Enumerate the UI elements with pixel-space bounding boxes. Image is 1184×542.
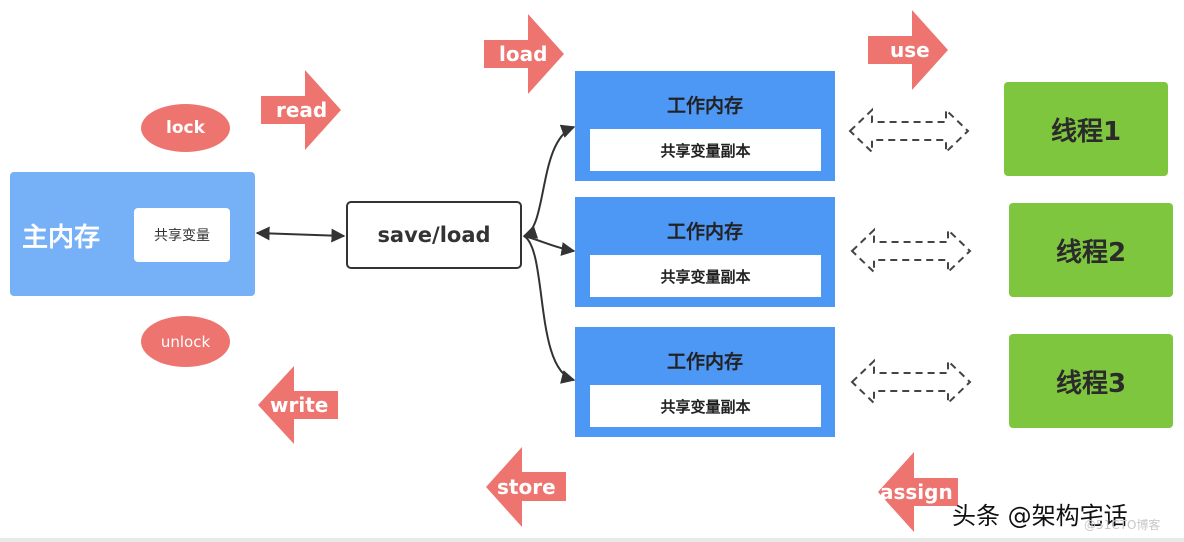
shared-variable-box: 共享变量 [134,208,230,262]
dashed-double-arrow-3 [850,358,972,406]
main-to-saveload-connector [255,226,346,243]
assign-arrow: assign [878,452,958,532]
thread-box-2: 线程2 [1009,203,1173,297]
working-memory-box-2: 工作内存 共享变量副本 [575,197,835,307]
use-arrow: use [868,10,948,90]
write-label: write [270,393,328,417]
working-memory-title: 工作内存 [666,221,743,243]
working-memory-box-3: 工作内存 共享变量副本 [575,327,835,437]
read-arrow: read [261,70,341,150]
load-arrow: load [484,14,564,94]
store-label: store [497,475,556,499]
watermark-source: @51CTO博客 [1084,518,1161,532]
saveload-to-wm3-connector [523,235,576,384]
main-memory-label: 主内存 [22,223,101,253]
load-label: load [499,42,547,66]
thread-box-1: 线程1 [1004,82,1168,176]
working-memory-title: 工作内存 [666,95,743,117]
shared-variable-copy: 共享变量副本 [590,255,821,297]
dashed-double-arrow-1 [848,107,970,155]
bottom-divider [0,538,1184,542]
shared-variable-copy: 共享变量副本 [590,129,821,171]
read-label: read [276,98,327,122]
lock-ellipse: lock [141,104,230,152]
store-arrow: store [486,447,566,527]
working-memory-box-1: 工作内存 共享变量副本 [575,71,835,181]
save-load-box: save/load [346,201,522,269]
shared-variable-copy: 共享变量副本 [590,385,821,427]
write-arrow: write [258,366,338,444]
dashed-double-arrow-2 [850,227,972,275]
assign-label: assign [880,480,953,504]
use-label: use [890,38,930,62]
thread-box-3: 线程3 [1009,334,1173,428]
working-memory-title: 工作内存 [666,351,743,373]
unlock-ellipse: unlock [141,316,230,367]
saveload-to-wm1-connector [522,124,576,239]
